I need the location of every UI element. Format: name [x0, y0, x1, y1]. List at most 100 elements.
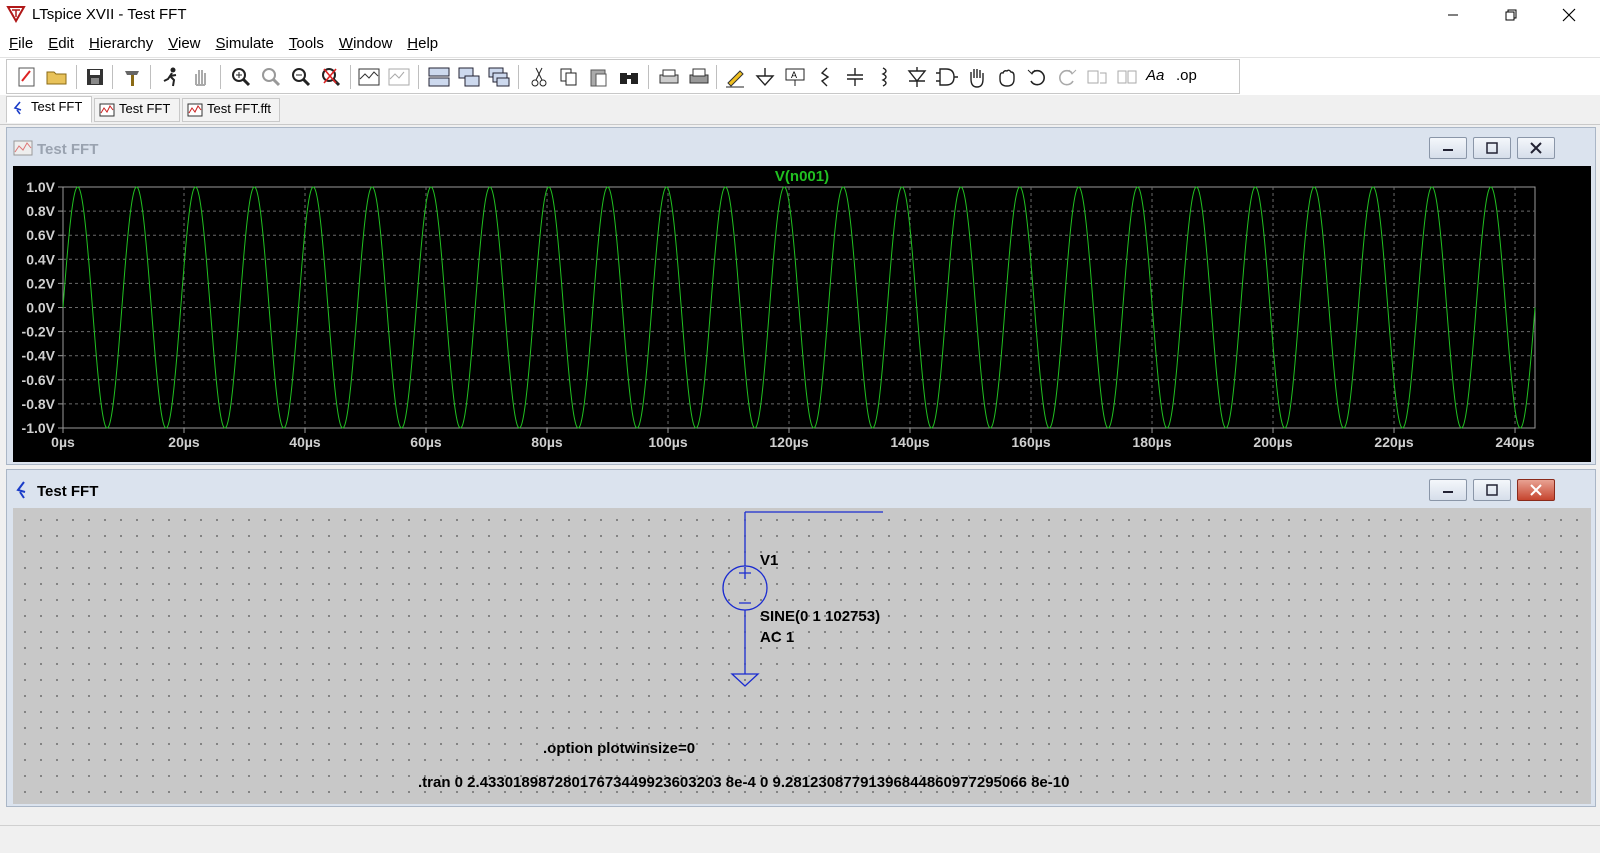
grab-hand-icon — [999, 69, 1015, 87]
v1-value[interactable]: SINE(0 1 102753) — [760, 608, 880, 625]
x-tick-label: 60µs — [410, 434, 442, 450]
waveform-close-button[interactable] — [1517, 137, 1555, 159]
trace-v-n001 — [62, 186, 1536, 429]
menu-tools[interactable]: Tools — [280, 30, 330, 57]
toolbar-separator — [350, 65, 351, 89]
x-tick-label: 0µs — [51, 434, 75, 450]
schematic-close-button[interactable] — [1517, 479, 1555, 501]
y-tick-label: 1.0V — [26, 179, 55, 195]
spice-directive-tran[interactable]: .tran 0 2.43301898728017673449923603203 … — [418, 774, 1069, 791]
new-schematic-button[interactable] — [14, 65, 40, 89]
ltspice-app-icon — [6, 6, 26, 23]
close-button[interactable] — [1540, 0, 1598, 30]
move-button[interactable] — [964, 65, 990, 89]
v1-ac-value[interactable]: AC 1 — [760, 629, 794, 646]
copy-button[interactable] — [556, 65, 582, 89]
ground-button[interactable] — [752, 65, 778, 89]
menu-edit[interactable]: Edit — [39, 30, 80, 57]
ground-symbol[interactable] — [730, 673, 760, 687]
waveform-minimize-button[interactable] — [1429, 137, 1467, 159]
x-tick-label: 180µs — [1132, 434, 1171, 450]
menu-file[interactable]: File — [0, 30, 39, 57]
waveform-plot[interactable]: V(n001) 1.0V 0.8V 0.6V 0.4V 0.2V 0.0V -0.2V -0.… — [13, 166, 1591, 462]
open-hand-icon — [970, 69, 984, 88]
find-button[interactable] — [616, 65, 642, 89]
waveform-icon — [99, 103, 115, 117]
rotate-button[interactable] — [1084, 65, 1110, 89]
undo-button[interactable] — [1024, 65, 1050, 89]
restore-icon — [1505, 9, 1517, 21]
tile-vertical-button[interactable] — [456, 65, 482, 89]
menu-help[interactable]: Help — [398, 30, 444, 57]
menu-hierarchy[interactable]: Hierarchy — [80, 30, 159, 57]
tab-waveform[interactable]: Test FFT — [94, 98, 180, 122]
close-icon — [1562, 8, 1576, 22]
diode-icon — [907, 67, 927, 87]
diode-button[interactable] — [904, 65, 930, 89]
maximize-icon — [1486, 484, 1498, 496]
x-tick-label: 220µs — [1374, 434, 1413, 450]
zoom-out-icon — [292, 68, 311, 87]
resistor-button[interactable] — [812, 65, 838, 89]
window-title: LTspice XVII - Test FFT — [32, 6, 187, 23]
paste-icon — [590, 69, 607, 87]
capacitor-button[interactable] — [842, 65, 868, 89]
zoom-cancel-icon — [322, 68, 341, 87]
zoom-fit-button[interactable] — [258, 65, 284, 89]
tab-fft[interactable]: Test FFT.fft — [182, 98, 280, 122]
print-setup-button[interactable] — [656, 65, 682, 89]
cut-button[interactable] — [526, 65, 552, 89]
schematic-maximize-button[interactable] — [1473, 479, 1511, 501]
redo-button[interactable] — [1054, 65, 1080, 89]
pick-visible-button[interactable] — [386, 65, 412, 89]
control-panel-button[interactable] — [120, 65, 146, 89]
schematic-minimize-button[interactable] — [1429, 479, 1467, 501]
y-tick-label: 0.6V — [26, 227, 55, 243]
zoom-cancel-button[interactable] — [318, 65, 344, 89]
y-tick-label: -0.6V — [22, 372, 56, 388]
paste-button[interactable] — [586, 65, 612, 89]
mirror-button[interactable] — [1114, 65, 1140, 89]
minimize-button[interactable] — [1424, 0, 1482, 30]
spice-directive-option[interactable]: .option plotwinsize=0 — [543, 740, 695, 757]
inductor-button[interactable] — [872, 65, 898, 89]
draw-wire-button[interactable] — [722, 65, 748, 89]
menu-simulate[interactable]: Simulate — [207, 30, 280, 57]
toolbar-separator — [220, 65, 221, 89]
menu-view[interactable]: View — [159, 30, 206, 57]
label-net-button[interactable]: A — [782, 65, 808, 89]
cascade-button[interactable] — [486, 65, 512, 89]
schematic-window: Test FFT V1 SINE(0 1 102753) AC 1 .optio… — [6, 469, 1596, 807]
text-button[interactable]: Aa — [1146, 67, 1164, 84]
tab-schematic[interactable]: Test FFT — [6, 96, 92, 123]
halt-button[interactable] — [188, 65, 214, 89]
waveform-maximize-button[interactable] — [1473, 137, 1511, 159]
schematic-window-caption: Test FFT — [7, 470, 1595, 508]
svg-text:A: A — [791, 70, 797, 80]
document-tabs: Test FFT Test FFT Test FFT.fft — [0, 95, 1600, 125]
schematic-canvas[interactable]: V1 SINE(0 1 102753) AC 1 .option plotwin… — [13, 508, 1591, 804]
schematic-window-title: Test FFT — [37, 483, 99, 500]
waveform-window-caption: Test FFT — [7, 128, 1595, 166]
open-button[interactable] — [44, 65, 70, 89]
x-tick-label: 80µs — [531, 434, 563, 450]
tile-vertical-icon — [458, 67, 480, 87]
zoom-in-button[interactable] — [228, 65, 254, 89]
run-button[interactable] — [158, 65, 184, 89]
restore-button[interactable] — [1482, 0, 1540, 30]
component-button[interactable] — [934, 65, 960, 89]
print-button[interactable] — [686, 65, 712, 89]
autorange-button[interactable] — [356, 65, 382, 89]
printer-icon — [689, 68, 709, 84]
v1-instance-name[interactable]: V1 — [760, 552, 778, 569]
autorange-icon — [358, 68, 380, 86]
toolbar: A Aa .op — [0, 57, 1600, 95]
save-button[interactable] — [82, 65, 108, 89]
menu-window[interactable]: Window — [330, 30, 398, 57]
spice-directive-button[interactable]: .op — [1176, 67, 1197, 84]
zoom-out-button[interactable] — [288, 65, 314, 89]
tile-horizontal-button[interactable] — [426, 65, 452, 89]
scissors-icon — [531, 67, 547, 87]
maximize-icon — [1486, 142, 1498, 154]
drag-button[interactable] — [994, 65, 1020, 89]
